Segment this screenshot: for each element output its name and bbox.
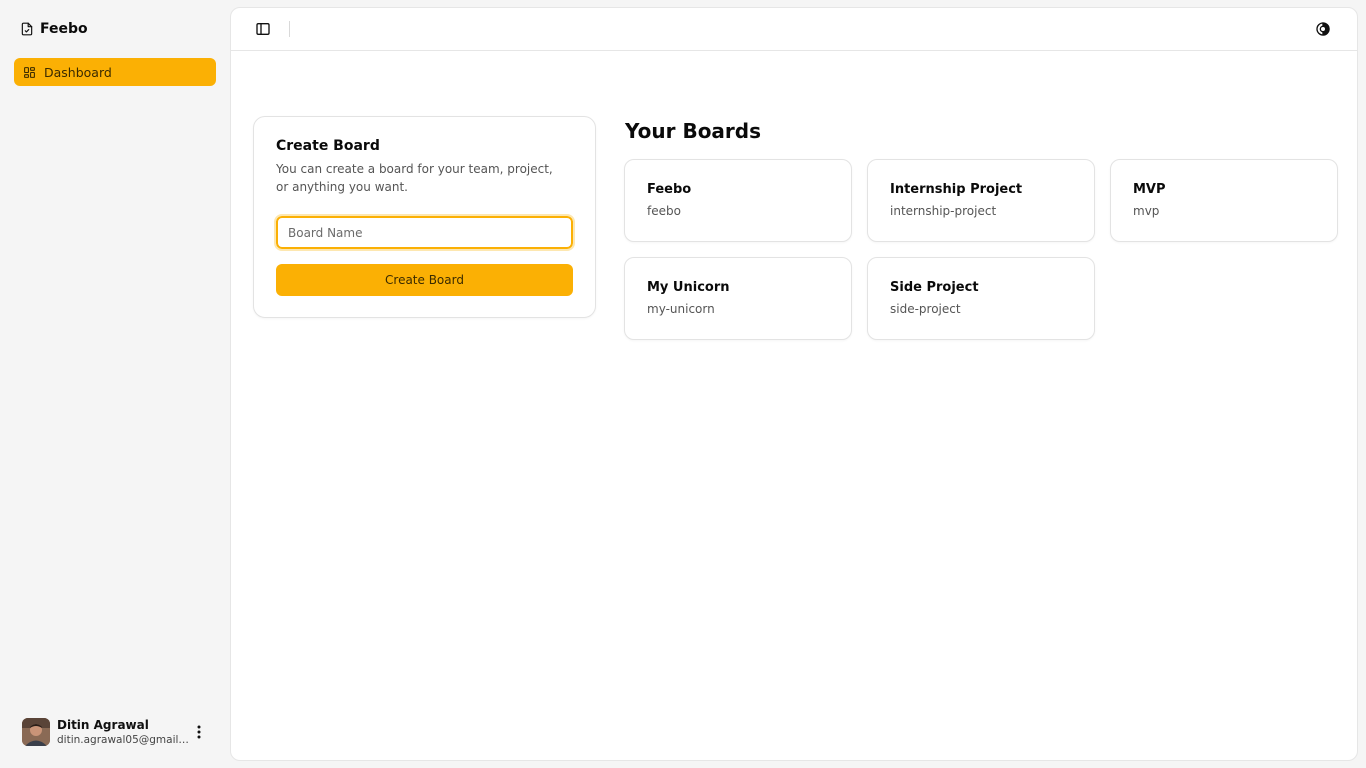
board-card-side-project[interactable]: Side Project side-project [867, 257, 1095, 340]
board-slug: side-project [890, 302, 961, 316]
create-board-description: You can create a board for your team, pr… [276, 162, 553, 194]
board-name: My Unicorn [647, 280, 730, 295]
sidebar-item-label: Dashboard [44, 64, 112, 80]
user-name: Ditin Agrawal [57, 718, 149, 732]
board-card-my-unicorn[interactable]: My Unicorn my-unicorn [624, 257, 852, 340]
user-email: ditin.agrawal05@gmail.co... [57, 734, 189, 746]
board-name: MVP [1133, 182, 1166, 197]
board-slug: feebo [647, 204, 681, 218]
sidebar-toggle-icon[interactable] [255, 21, 271, 37]
theme-toggle-icon[interactable] [1315, 21, 1331, 37]
brand[interactable]: Feebo [20, 19, 88, 39]
create-board-title: Create Board [276, 138, 380, 154]
main-panel: Create Board You can create a board for … [230, 7, 1358, 761]
board-card-feebo[interactable]: Feebo feebo [624, 159, 852, 242]
user-profile[interactable]: Ditin Agrawal ditin.agrawal05@gmail.co..… [22, 717, 218, 747]
boards-grid: Feebo feebo Internship Project internshi… [624, 159, 1338, 340]
topbar [231, 8, 1357, 51]
board-name: Side Project [890, 280, 979, 295]
sidebar-item-dashboard[interactable]: Dashboard [14, 58, 216, 86]
more-vertical-icon[interactable] [192, 724, 206, 740]
board-card-mvp[interactable]: MVP mvp [1110, 159, 1338, 242]
boards-title: Your Boards [625, 119, 762, 143]
board-name-input[interactable] [274, 214, 575, 251]
board-slug: my-unicorn [647, 302, 715, 316]
create-board-card: Create Board You can create a board for … [253, 116, 596, 318]
board-name: Internship Project [890, 182, 1023, 197]
board-slug: mvp [1133, 204, 1160, 218]
feebo-logo-icon [20, 22, 34, 36]
layout-grid-icon [23, 66, 36, 79]
board-name: Feebo [647, 182, 692, 197]
create-board-button[interactable]: Create Board [276, 264, 573, 296]
board-card-internship-project[interactable]: Internship Project internship-project [867, 159, 1095, 242]
sidebar: Feebo Dashboard Ditin Agrawal ditin.agra… [0, 0, 230, 768]
topbar-divider [289, 21, 290, 37]
brand-title: Feebo [40, 21, 88, 37]
board-slug: internship-project [890, 204, 997, 218]
avatar [22, 718, 50, 746]
